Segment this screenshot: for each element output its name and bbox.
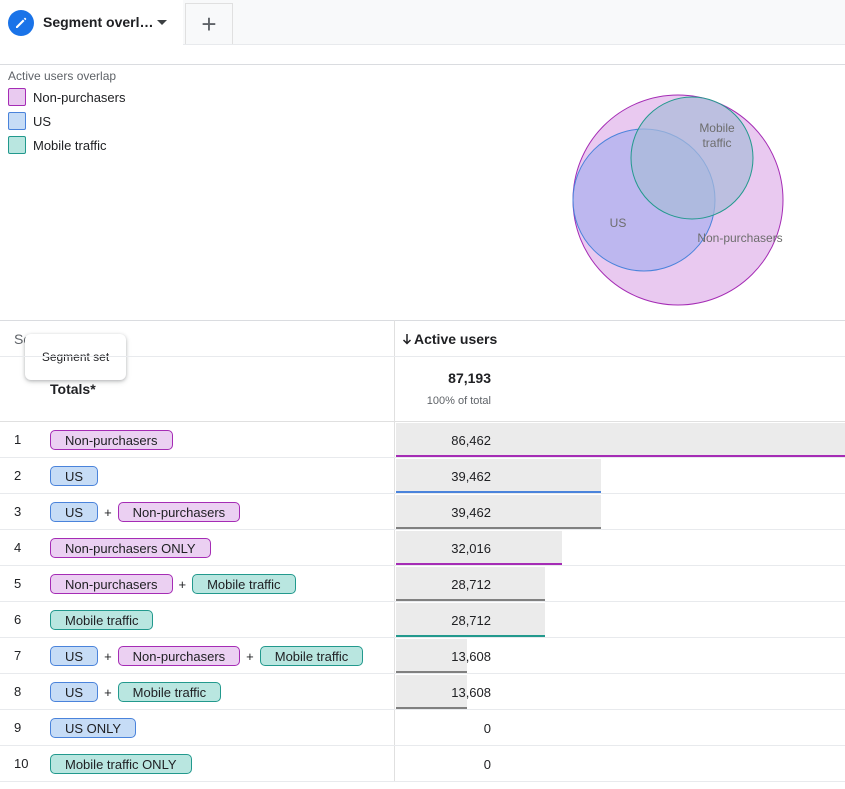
sort-arrow-down-icon — [402, 334, 412, 345]
active-users-value: 28,712 — [451, 577, 491, 592]
row-number: 7 — [14, 648, 22, 663]
segment-chip[interactable]: Mobile traffic — [192, 574, 296, 594]
segment-chip[interactable]: US — [50, 502, 99, 522]
table-row[interactable]: 3 US + Non-purchasers 39,462 — [0, 494, 845, 530]
row-number: 1 — [14, 432, 22, 447]
plus-sign: + — [178, 576, 187, 592]
segment-chips: US + Non-purchasers + Mobile traffic — [50, 646, 364, 666]
active-users-value: 39,462 — [451, 469, 491, 484]
segment-chip[interactable]: Mobile traffic ONLY — [50, 754, 192, 774]
table-row[interactable]: 7 US + Non-purchasers + Mobile traffic 13,608 — [0, 638, 845, 674]
caret-down-icon[interactable] — [157, 20, 167, 25]
row-number: 9 — [14, 720, 22, 735]
segment-chip[interactable]: Mobile traffic — [50, 610, 154, 630]
venn-label-non-purchasers: Non-purchasers — [697, 231, 782, 245]
table-row[interactable]: 1 Non-purchasers 86,462 — [0, 422, 845, 458]
segment-chips: Non-purchasers + Mobile traffic — [50, 574, 296, 594]
legend-swatch — [8, 88, 26, 106]
active-users-value: 32,016 — [451, 541, 491, 556]
tab-bar: Segment overl… + — [0, 0, 845, 45]
segment-chip[interactable]: US — [50, 646, 99, 666]
segment-set-tooltip: Segment set — [25, 334, 126, 380]
venn-label-us: US — [610, 216, 627, 230]
table-row[interactable]: 9 US ONLY 0 — [0, 710, 845, 746]
plus-sign: + — [104, 504, 112, 520]
segment-chip[interactable]: Non-purchasers — [117, 646, 241, 666]
segment-chip[interactable]: Non-purchasers — [50, 430, 173, 450]
venn-label-mobile: Mobile — [699, 121, 735, 135]
segment-chip[interactable]: Mobile traffic — [259, 646, 364, 666]
table-row[interactable]: 8 US + Mobile traffic 13,608 — [0, 674, 845, 710]
segment-chip[interactable]: US — [50, 682, 99, 702]
legend-label: Non-purchasers — [33, 89, 126, 105]
segment-overlap-report: Segment overl… + Active users overlap No… — [0, 0, 845, 789]
segment-chip[interactable]: Mobile traffic — [117, 682, 222, 702]
active-users-value: 28,712 — [451, 613, 491, 628]
pencil-icon[interactable] — [8, 10, 34, 36]
row-number: 6 — [14, 612, 22, 627]
segment-chips: Mobile traffic ONLY — [50, 754, 192, 774]
table-row[interactable]: 6 Mobile traffic 28,712 — [0, 602, 845, 638]
totals-label: Totals* — [50, 381, 96, 397]
active-users-value: 0 — [483, 721, 491, 736]
segment-chips: US + Non-purchasers — [50, 502, 241, 522]
divider — [0, 356, 845, 357]
tab-label: Segment overl… — [43, 14, 154, 30]
plus-sign: + — [246, 648, 254, 664]
segment-chip[interactable]: US — [50, 466, 99, 486]
legend-item-non-purchasers: Non-purchasers — [8, 88, 126, 106]
plus-sign: + — [104, 648, 112, 664]
segment-chips: US ONLY — [50, 718, 137, 738]
segment-chip[interactable]: Non-purchasers — [50, 574, 173, 594]
active-users-value: 39,462 — [451, 505, 491, 520]
venn-circle-mobile-traffic[interactable] — [630, 96, 754, 220]
row-number: 2 — [14, 468, 22, 483]
legend-swatch — [8, 112, 26, 130]
legend-label: US — [33, 113, 52, 129]
divider — [0, 64, 845, 65]
segment-chip[interactable]: Non-purchasers — [117, 502, 241, 522]
table-row[interactable]: 4 Non-purchasers ONLY 32,016 — [0, 530, 845, 566]
table-row[interactable]: 2 US 39,462 — [0, 458, 845, 494]
tab-segment-overlap[interactable]: Segment overl… — [0, 0, 183, 45]
totals-percent: 100% of total — [426, 395, 491, 407]
active-users-header[interactable]: Active users — [402, 331, 497, 347]
active-users-value: 86,462 — [451, 433, 491, 448]
add-tab-button[interactable]: + — [185, 3, 233, 44]
plus-sign: + — [104, 684, 112, 700]
table-row[interactable]: 5 Non-purchasers + Mobile traffic 28,712 — [0, 566, 845, 602]
row-number: 10 — [14, 756, 29, 771]
legend-title: Active users overlap — [8, 69, 117, 83]
row-number: 3 — [14, 504, 22, 519]
table-row[interactable]: 10 Mobile traffic ONLY 0 — [0, 746, 845, 782]
divider — [0, 320, 845, 321]
segment-chips: Non-purchasers — [50, 430, 173, 450]
row-number: 8 — [14, 684, 22, 699]
segment-chips: US — [50, 466, 99, 486]
segment-chip[interactable]: Non-purchasers ONLY — [50, 538, 211, 558]
segment-chip[interactable]: US ONLY — [50, 718, 137, 738]
totals-value: 87,193 — [448, 370, 491, 386]
venn-diagram: Mobile traffic US Non-purchasers — [572, 94, 784, 306]
legend-label: Mobile traffic — [33, 137, 107, 153]
row-number: 4 — [14, 540, 22, 555]
venn-label-traffic: traffic — [702, 136, 731, 150]
active-users-value: 13,608 — [451, 649, 491, 664]
legend-item-mobile-traffic: Mobile traffic — [8, 136, 106, 154]
legend-item-us: US — [8, 112, 51, 130]
active-users-value: 13,608 — [451, 685, 491, 700]
segment-chips: Mobile traffic — [50, 610, 154, 630]
legend-swatch — [8, 136, 26, 154]
active-users-header-label: Active users — [414, 331, 498, 347]
segment-chips: US + Mobile traffic — [50, 682, 222, 702]
segment-chips: Non-purchasers ONLY — [50, 538, 211, 558]
active-users-value: 0 — [483, 757, 491, 772]
row-number: 5 — [14, 576, 22, 591]
